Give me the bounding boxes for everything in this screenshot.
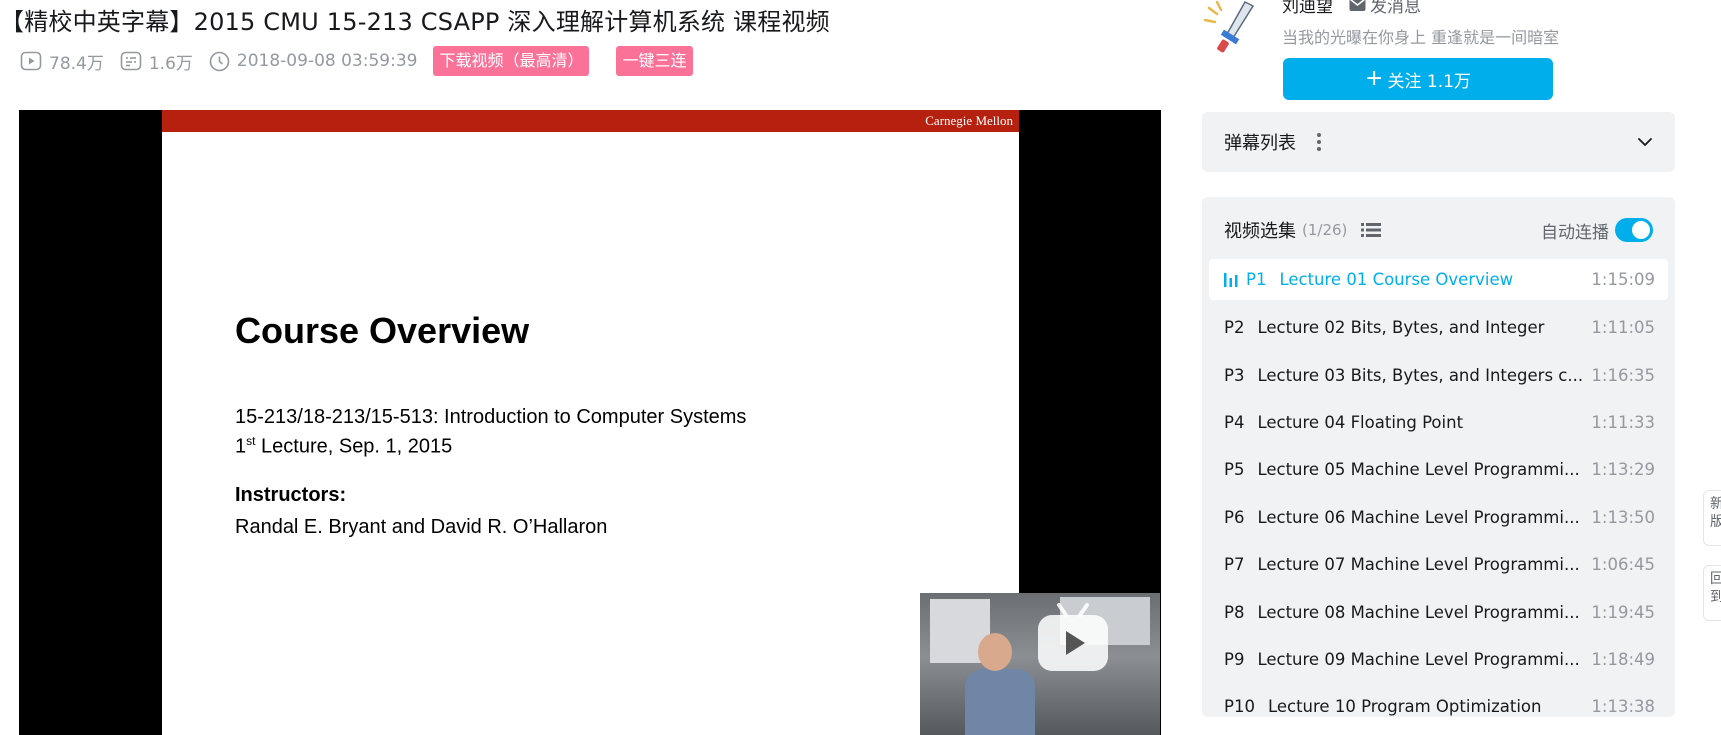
episode-title: Lecture 10 Program Optimization	[1267, 697, 1542, 717]
episode-item[interactable]: P7 Lecture 07 Machine Level Programmi... 1…	[1209, 541, 1668, 588]
slide-title: Course Overview	[235, 310, 530, 351]
episode-list: P1 Lecture 01 Course Overview 1:15:09 P2 Lec…	[1209, 259, 1668, 717]
play-button-icon[interactable]	[1035, 601, 1111, 677]
episode-title: Lecture 02 Bits, Bytes, and Integer	[1257, 318, 1545, 338]
episode-duration: 1:11:05	[1591, 318, 1655, 338]
danmaku-count: 1.6万	[120, 49, 193, 74]
episode-number: P6	[1224, 507, 1245, 527]
episode-item[interactable]: P1 Lecture 01 Course Overview 1:15:09	[1209, 259, 1668, 300]
episode-duration: 1:13:29	[1591, 460, 1655, 480]
pubdate: 2018-09-08 03:59:39	[209, 51, 418, 72]
view-count: 78.4万	[20, 49, 104, 74]
episode-item[interactable]: P2 Lecture 02 Bits, Bytes, and Integer 1:1…	[1209, 304, 1668, 351]
episode-item[interactable]: P9 Lecture 09 Machine Level Programmi... 1…	[1209, 636, 1668, 683]
list-icon[interactable]	[1361, 222, 1382, 238]
clock-icon	[209, 51, 230, 71]
episode-duration: 1:19:45	[1591, 602, 1655, 622]
playlist-title: 视频选集	[1224, 221, 1296, 242]
uploader-description: 当我的光曝在你身上 重逢就是一间暗室	[1282, 28, 1560, 47]
episode-title: Lecture 09 Machine Level Programmi...	[1257, 649, 1580, 669]
view-count-value: 78.4万	[49, 53, 104, 74]
slide-lecture-date: 1st Lecture, Sep. 1, 2015	[235, 434, 452, 459]
autoplay-control: 自动连播	[1541, 218, 1653, 243]
uploader-header: 刘迪望 发消息	[1282, 0, 1421, 17]
episode-item[interactable]: P4 Lecture 04 Floating Point 1:11:33	[1209, 399, 1668, 446]
mini-camera-view[interactable]	[920, 593, 1160, 735]
episode-number: P5	[1224, 460, 1245, 480]
lecture-slide: Carnegie Mellon Course Overview 15-213/1…	[162, 110, 1019, 735]
send-message-label: 发消息	[1370, 0, 1421, 17]
mail-icon	[1349, 0, 1366, 11]
episode-title: Lecture 08 Machine Level Programmi...	[1257, 602, 1580, 622]
episode-title: Lecture 06 Machine Level Programmi...	[1257, 507, 1580, 527]
download-tag[interactable]: 下载视频（最高清）	[433, 46, 590, 76]
video-meta: 78.4万 1.6万 2018-09-08 03:59:39 下载视频（最高清）…	[20, 45, 720, 77]
episode-number: P2	[1224, 318, 1245, 338]
episode-number: P4	[1224, 412, 1245, 432]
back-to-top-button[interactable]: 回到	[1703, 565, 1721, 621]
more-dots-icon[interactable]	[1316, 132, 1322, 152]
uploader-name[interactable]: 刘迪望	[1282, 0, 1333, 17]
chevron-down-icon[interactable]	[1637, 137, 1653, 147]
episode-duration: 1:18:49	[1591, 649, 1655, 669]
episode-item[interactable]: P5 Lecture 05 Machine Level Programmi... 1…	[1209, 446, 1668, 493]
autoplay-label: 自动连播	[1541, 222, 1609, 243]
episode-playlist: 视频选集 (1/26) 自动连播 P1 Lecture 01 Course Ove…	[1202, 197, 1675, 717]
slide-instructors-label: Instructors:	[235, 484, 347, 506]
episode-item[interactable]: P6 Lecture 06 Machine Level Programmi... 1…	[1209, 494, 1668, 541]
slide-header: Carnegie Mellon	[162, 110, 1019, 132]
pubdate-value: 2018-09-08 03:59:39	[236, 51, 418, 71]
episode-duration: 1:06:45	[1591, 555, 1655, 575]
follow-button[interactable]: + 关注 1.1万	[1283, 58, 1553, 100]
episode-item[interactable]: P10 Lecture 10 Program Optimization 1:13:3…	[1209, 683, 1668, 717]
episode-title: Lecture 05 Machine Level Programmi...	[1257, 460, 1580, 480]
playing-bars-icon	[1224, 272, 1238, 287]
plus-icon: +	[1365, 66, 1384, 91]
lecturer-head	[978, 633, 1012, 671]
lecture-date: Lecture, Sep. 1, 2015	[255, 435, 453, 458]
episode-item[interactable]: P3 Lecture 03 Bits, Bytes, and Integers c…	[1209, 351, 1668, 398]
episode-title: Lecture 03 Bits, Bytes, and Integers c..…	[1257, 365, 1584, 385]
danmaku-count-value: 1.6万	[148, 53, 193, 74]
danmaku-count-icon	[120, 51, 142, 71]
episode-item[interactable]: P8 Lecture 08 Machine Level Programmi... 1…	[1209, 588, 1668, 635]
episode-number: P8	[1224, 602, 1245, 622]
episode-duration: 1:16:35	[1591, 365, 1655, 385]
episode-number: P9	[1224, 649, 1245, 669]
episode-number: P7	[1224, 555, 1245, 575]
episode-number: P10	[1224, 697, 1255, 717]
danmaku-list-panel[interactable]: 弹幕列表	[1202, 112, 1675, 172]
video-title: 【精校中英字幕】2015 CMU 15-213 CSAPP 深入理解计算机系统 …	[0, 8, 830, 36]
episode-duration: 1:13:50	[1591, 507, 1655, 527]
lecture-number: 1	[235, 435, 247, 458]
slide-instructors: Randal E. Bryant and David R. O’Hallaron	[235, 516, 608, 538]
play-count-icon	[20, 51, 42, 71]
episode-duration: 1:15:09	[1591, 270, 1655, 289]
follow-label: 关注 1.1万	[1387, 71, 1471, 92]
playlist-count: (1/26)	[1302, 221, 1348, 239]
lecturer-body	[965, 669, 1035, 735]
danmaku-list-label: 弹幕列表	[1224, 133, 1296, 154]
autoplay-toggle[interactable]	[1615, 218, 1653, 242]
video-player[interactable]: Carnegie Mellon Course Overview 15-213/1…	[19, 110, 1161, 735]
episode-duration: 1:13:38	[1591, 697, 1655, 717]
episode-number: P1	[1246, 270, 1267, 289]
episode-title: Lecture 04 Floating Point	[1257, 412, 1464, 432]
triple-action-tag[interactable]: 一键三连	[616, 46, 693, 76]
uploader-avatar[interactable]	[1203, 0, 1269, 56]
episode-title: Lecture 07 Machine Level Programmi...	[1257, 555, 1580, 575]
playlist-header: 视频选集 (1/26) 自动连播	[1224, 215, 1653, 245]
episode-number: P3	[1224, 365, 1245, 385]
slide-course: 15-213/18-213/15-513: Introduction to Co…	[235, 406, 747, 428]
episode-duration: 1:11:33	[1591, 412, 1655, 432]
send-message-link[interactable]: 发消息	[1349, 0, 1421, 17]
new-version-button[interactable]: 新版	[1703, 490, 1721, 546]
episode-title: Lecture 01 Course Overview	[1279, 270, 1514, 289]
